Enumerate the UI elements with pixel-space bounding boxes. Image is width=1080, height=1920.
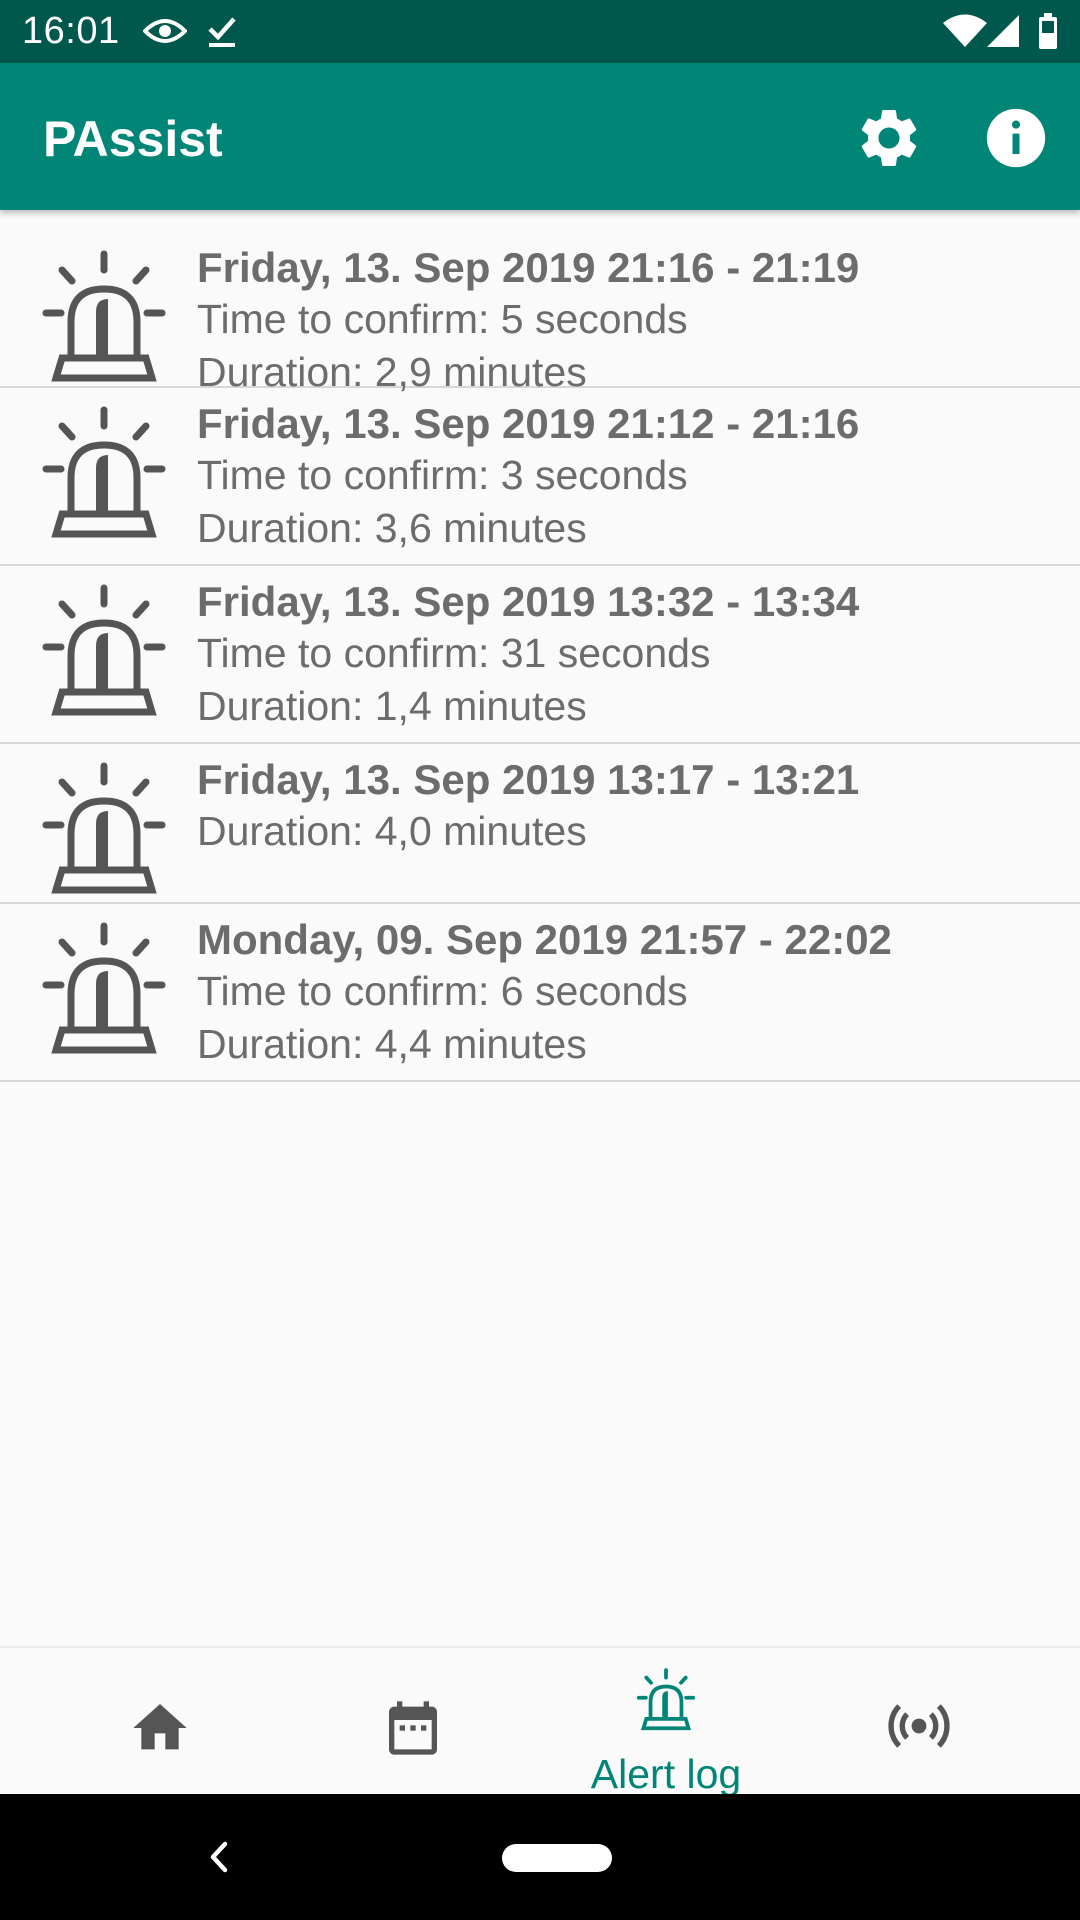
alert-time-range: Monday, 09. Sep 2019 21:57 - 22:02 <box>197 916 892 963</box>
alert-confirm-time: Time to confirm: 3 seconds <box>197 452 688 498</box>
alert-time-range: Friday, 13. Sep 2019 21:12 - 21:16 <box>197 400 860 447</box>
download-done-icon <box>208 17 236 47</box>
app-bar: PAssist <box>0 63 1080 210</box>
status-time: 16:01 <box>22 10 120 52</box>
calendar-icon <box>389 1701 437 1755</box>
alert-time-range: Friday, 13. Sep 2019 13:32 - 13:34 <box>197 578 860 625</box>
alert-duration: Duration: 3,6 minutes <box>197 505 587 551</box>
nav-item-home[interactable] <box>40 1648 280 1796</box>
alert-confirm-time: Time to confirm: 6 seconds <box>197 968 688 1014</box>
alert-time-range: Friday, 13. Sep 2019 21:16 - 21:19 <box>197 244 860 291</box>
siren-icon <box>42 406 166 538</box>
signal-icon <box>987 15 1019 47</box>
alert-confirm-time: Time to confirm: 31 seconds <box>197 630 711 676</box>
settings-gear-icon[interactable] <box>854 103 924 173</box>
status-bar: 16:01 <box>0 0 1080 63</box>
siren-icon <box>42 250 166 382</box>
app-title: PAssist <box>43 111 223 167</box>
alert-duration: Duration: 4,0 minutes <box>197 808 587 854</box>
back-icon[interactable] <box>205 1832 235 1882</box>
alert-duration: Duration: 1,4 minutes <box>197 683 587 729</box>
bottom-navigation: Alert log <box>0 1646 1080 1796</box>
siren-icon <box>42 922 166 1054</box>
info-icon[interactable] <box>981 103 1051 173</box>
nav-item-alert-log[interactable]: Alert log <box>546 1648 786 1796</box>
alert-confirm-time: Time to confirm: 5 seconds <box>197 296 688 342</box>
nav-label-alert-log: Alert log <box>590 1751 742 1797</box>
eye-icon <box>143 19 187 43</box>
alert-log-item[interactable]: Friday, 13. Sep 2019 21:16 - 21:19 Time … <box>0 210 1080 395</box>
alert-log-item[interactable]: Friday, 13. Sep 2019 13:32 - 13:34 Time … <box>0 566 1080 744</box>
siren-icon <box>42 762 166 894</box>
alert-time-range: Friday, 13. Sep 2019 13:17 - 13:21 <box>197 756 860 803</box>
broadcast-icon <box>888 1704 950 1748</box>
nav-item-broadcast[interactable] <box>799 1648 1039 1796</box>
alert-log-item[interactable]: Monday, 09. Sep 2019 21:57 - 22:02 Time … <box>0 904 1080 1082</box>
home-icon <box>133 1704 187 1750</box>
alert-log-item[interactable]: Friday, 13. Sep 2019 21:12 - 21:16 Time … <box>0 388 1080 566</box>
alert-log-icon <box>636 1668 696 1731</box>
home-pill-button[interactable] <box>502 1844 612 1872</box>
alert-duration: Duration: 4,4 minutes <box>197 1021 587 1067</box>
nav-item-calendar[interactable] <box>293 1648 533 1796</box>
alert-log-list: Friday, 13. Sep 2019 21:16 - 21:19 Time … <box>0 210 1080 1082</box>
battery-icon <box>1039 13 1057 49</box>
wifi-icon <box>943 14 987 47</box>
alert-log-item[interactable]: Friday, 13. Sep 2019 13:17 - 13:21 Durat… <box>0 744 1080 904</box>
siren-icon <box>42 584 166 716</box>
